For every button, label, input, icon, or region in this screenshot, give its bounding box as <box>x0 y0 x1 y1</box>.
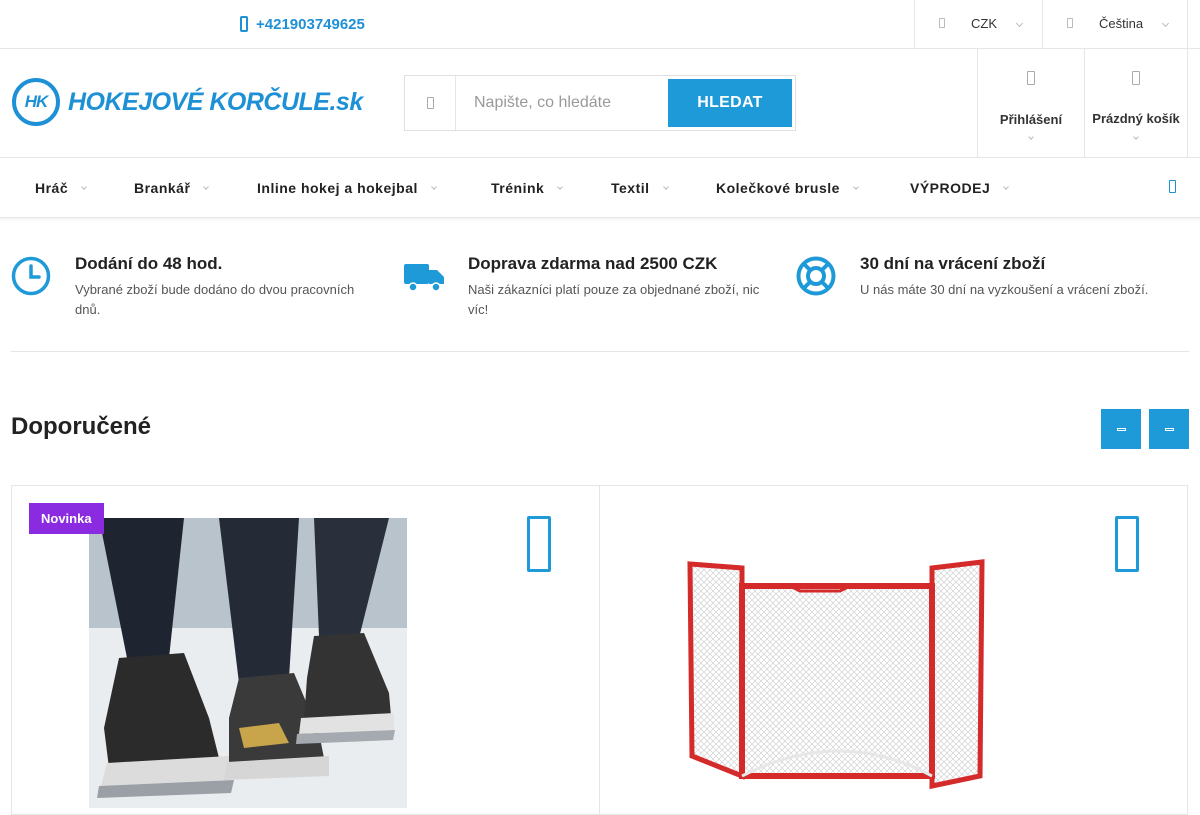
chevron-down-icon <box>81 183 87 190</box>
search-toggle-icon[interactable] <box>1169 180 1176 193</box>
logo-text: HOKEJOVÉ KORČULE.sk <box>68 87 363 116</box>
top-bar: +421903749625 CZK Čeština <box>0 0 1200 49</box>
truck-icon <box>404 264 444 292</box>
chevron-down-icon <box>203 183 210 190</box>
phone-link[interactable]: +421903749625 <box>240 14 365 34</box>
nav-item-label: Brankář <box>134 180 191 196</box>
benefit-returns: 30 dní na vrácení zboží U nás máte 30 dn… <box>796 253 1189 323</box>
nav-item-label: Trénink <box>491 180 545 196</box>
benefit-delivery: Dodání do 48 hod. Vybrané zboží bude dod… <box>11 253 391 323</box>
chevron-down-icon <box>1028 134 1034 140</box>
chevron-down-icon <box>1161 19 1170 28</box>
language-selector[interactable]: Čeština <box>1042 0 1188 48</box>
login-label: Přihlášení <box>999 112 1063 127</box>
chevron-down-icon <box>1015 19 1024 28</box>
benefit-free-shipping: Doprava zdarma nad 2500 CZK Naši zákazní… <box>404 253 784 323</box>
chevron-down-icon <box>853 183 859 190</box>
lifebuoy-icon <box>796 256 836 296</box>
benefit-title: Dodání do 48 hod. <box>75 254 223 273</box>
arrow-right-icon <box>1164 427 1174 431</box>
carousel-prev-button[interactable] <box>1101 409 1141 449</box>
user-icon <box>1027 71 1035 85</box>
currency-selector[interactable]: CZK <box>914 0 1042 48</box>
nav-item-hrac[interactable]: Hráč <box>35 180 87 196</box>
arrow-left-icon <box>1116 427 1126 431</box>
nav-item-label: Hráč <box>35 180 69 196</box>
carousel-next-button[interactable] <box>1149 409 1189 449</box>
wishlist-icon[interactable] <box>1115 516 1139 572</box>
cart-label: Prázdný košík <box>1092 111 1180 126</box>
nav-item-vyprodej[interactable]: VÝPRODEJ <box>910 180 1010 196</box>
benefit-text: Vybrané zboží bude dodáno do dvou pracov… <box>75 282 355 317</box>
login-button[interactable]: Přihlášení <box>977 49 1084 157</box>
site-logo[interactable]: HK HOKEJOVÉ KORČULE.sk <box>12 78 363 126</box>
product-badge: Novinka <box>29 503 104 534</box>
nav-item-label: Textil <box>611 180 650 196</box>
chevron-down-icon <box>1133 134 1139 140</box>
chevron-down-icon <box>431 183 437 190</box>
benefit-text: U nás máte 30 dní na vyzkoušení a vrácen… <box>860 282 1149 297</box>
product-image-hockey-goal[interactable] <box>680 546 1000 806</box>
clock-icon <box>11 256 51 296</box>
cart-icon <box>1132 71 1140 85</box>
chevron-down-icon <box>1003 183 1010 190</box>
search-form: HLEDAT <box>404 75 796 131</box>
site-header: HK HOKEJOVÉ KORČULE.sk HLEDAT Přihlášení… <box>0 49 1200 158</box>
currency-icon <box>939 18 945 28</box>
product-card[interactable]: Novinka <box>11 485 600 815</box>
cart-button[interactable]: Prázdný košík <box>1084 49 1188 157</box>
section-divider <box>11 351 1189 352</box>
search-input[interactable] <box>457 76 667 130</box>
nav-item-brankar[interactable]: Brankář <box>134 180 210 196</box>
main-navigation: Hráč Brankář Inline hokej a hokejbal Tré… <box>0 158 1200 218</box>
language-label: Čeština <box>1099 16 1144 31</box>
chevron-down-icon <box>557 183 564 190</box>
search-icon <box>405 76 456 130</box>
benefit-text: Naši zákazníci platí pouze za objednané … <box>468 282 760 317</box>
chevron-down-icon <box>662 183 669 190</box>
phone-icon <box>240 16 248 32</box>
product-image-skates[interactable] <box>89 518 407 808</box>
benefit-title: Doprava zdarma nad 2500 CZK <box>468 254 718 273</box>
nav-item-inline-hokej[interactable]: Inline hokej a hokejbal <box>257 180 437 196</box>
nav-item-textil[interactable]: Textil <box>611 180 669 196</box>
product-card[interactable] <box>599 485 1188 815</box>
nav-item-label: VÝPRODEJ <box>910 180 991 196</box>
search-button[interactable]: HLEDAT <box>668 79 792 127</box>
nav-item-label: Inline hokej a hokejbal <box>257 180 418 196</box>
logo-mark: HK <box>12 78 60 126</box>
currency-label: CZK <box>971 16 997 31</box>
nav-item-label: Kolečkové brusle <box>716 180 840 196</box>
nav-item-trenink[interactable]: Trénink <box>491 180 564 196</box>
phone-number: +421903749625 <box>256 15 365 33</box>
benefit-title: 30 dní na vrácení zboží <box>860 254 1046 273</box>
section-title: Doporučené <box>11 413 152 440</box>
nav-item-koleckove-brusle[interactable]: Kolečkové brusle <box>716 180 859 196</box>
wishlist-icon[interactable] <box>527 516 551 572</box>
globe-icon <box>1067 18 1073 28</box>
